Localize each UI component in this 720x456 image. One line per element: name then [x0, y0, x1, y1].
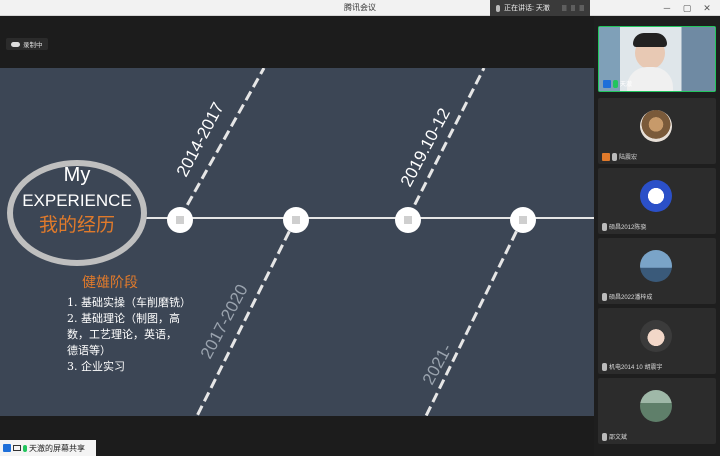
- participant-name: 硕昌2022潘梓成: [609, 295, 653, 301]
- screen-share-label[interactable]: 天澈的屏幕共享: [0, 440, 96, 456]
- mic-off-icon: [602, 222, 607, 231]
- mic-on-icon: [613, 79, 618, 88]
- user-icon: [3, 444, 11, 452]
- avatar: [640, 180, 672, 212]
- mic-off-icon: [602, 432, 607, 441]
- mic-off-icon: [602, 362, 607, 371]
- shared-screen: 录制中 My EXPERIENCE 我的经历 2014-2017 2019.10…: [0, 16, 594, 456]
- minimize-button[interactable]: ─: [660, 1, 674, 15]
- participant-name: 机电2014 10 胡震宇: [609, 365, 663, 371]
- avatar: [640, 250, 672, 282]
- participant-name-row: 硕昌2022潘梓成: [602, 292, 652, 301]
- recording-label: 录制中: [23, 42, 43, 49]
- timeline-node: [510, 207, 536, 233]
- avatar: [640, 390, 672, 422]
- mic-off-icon: [612, 152, 617, 161]
- cloud-icon: [11, 41, 20, 47]
- participant-name: 邵文斌: [609, 435, 628, 441]
- participant-tile[interactable]: 硕昌2012陈骁: [598, 168, 716, 234]
- mic-icon: [496, 4, 500, 12]
- participant-name: 天澈: [620, 82, 633, 88]
- timeline-branch: [195, 217, 298, 416]
- participant-tile[interactable]: 机电2014 10 胡震宇: [598, 308, 716, 374]
- volume-meter-icon: [562, 5, 584, 11]
- maximize-button[interactable]: ▢: [680, 1, 694, 15]
- circle-text-chinese: 我的经历: [39, 214, 115, 236]
- stage-item: 1. 基础实操（车削磨铣）: [67, 295, 191, 309]
- date-label: 2014-2017: [173, 99, 228, 180]
- speaking-indicator: 正在讲话: 天澈: [490, 0, 590, 16]
- mic-off-icon: [602, 292, 607, 301]
- stage-title: 健雄阶段: [82, 275, 138, 291]
- participant-tile[interactable]: 硕昌2022潘梓成: [598, 238, 716, 304]
- participant-name: 硕昌2012陈骁: [609, 225, 647, 231]
- participant-name: 陆震宏: [619, 155, 638, 161]
- participant-name-row: 机电2014 10 胡震宇: [602, 362, 662, 371]
- cohost-badge-icon: [602, 152, 610, 161]
- mic-icon: [23, 444, 27, 452]
- share-label-text: 天澈的屏幕共享: [29, 443, 85, 453]
- close-button[interactable]: ✕: [700, 1, 714, 15]
- title-bar: 腾讯会议 正在讲话: 天澈 ─ ▢ ✕: [0, 0, 720, 16]
- participant-name-row: 陆震宏: [602, 152, 637, 161]
- circle-text-my: My: [64, 164, 91, 186]
- stage-item: 3. 企业实习: [67, 359, 125, 373]
- stage-item: 2. 基础理论（制图，高: [67, 311, 180, 325]
- speaking-label: 正在讲话: 天澈: [504, 5, 550, 12]
- participant-name-row: 天澈: [603, 79, 632, 88]
- host-badge-icon: [603, 79, 611, 88]
- timeline-node: [283, 207, 309, 233]
- screen-icon: [13, 445, 21, 451]
- participant-tile[interactable]: 陆震宏: [598, 98, 716, 164]
- circle-text-experience: EXPERIENCE: [22, 191, 132, 210]
- participant-name-row: 硕昌2012陈骁: [602, 222, 646, 231]
- window-title: 腾讯会议: [344, 3, 376, 12]
- participant-tile[interactable]: 邵文斌: [598, 378, 716, 444]
- timeline-node: [395, 207, 421, 233]
- timeline-node: [167, 207, 193, 233]
- date-label: 2021-: [419, 341, 456, 388]
- timeline-branch: [424, 217, 525, 416]
- recording-indicator[interactable]: 录制中: [6, 38, 48, 50]
- participant-name-row: 邵文斌: [602, 432, 627, 441]
- timeline-graphic: My EXPERIENCE 我的经历 2014-2017 2019.10-12 …: [7, 68, 594, 416]
- participant-panel: 天澈 陆震宏 硕昌2012陈骁 硕昌2022潘梓成 机电2014 10 胡震宇: [594, 16, 720, 456]
- participant-tile[interactable]: 天澈: [598, 26, 716, 92]
- stage-item: 数，工艺理论，英语，: [67, 327, 177, 341]
- stage-item: 德语等）: [67, 343, 111, 357]
- avatar: [640, 320, 672, 352]
- presentation-slide: My EXPERIENCE 我的经历 2014-2017 2019.10-12 …: [0, 68, 594, 416]
- date-label: 2017-2020: [197, 281, 252, 362]
- avatar: [640, 110, 672, 142]
